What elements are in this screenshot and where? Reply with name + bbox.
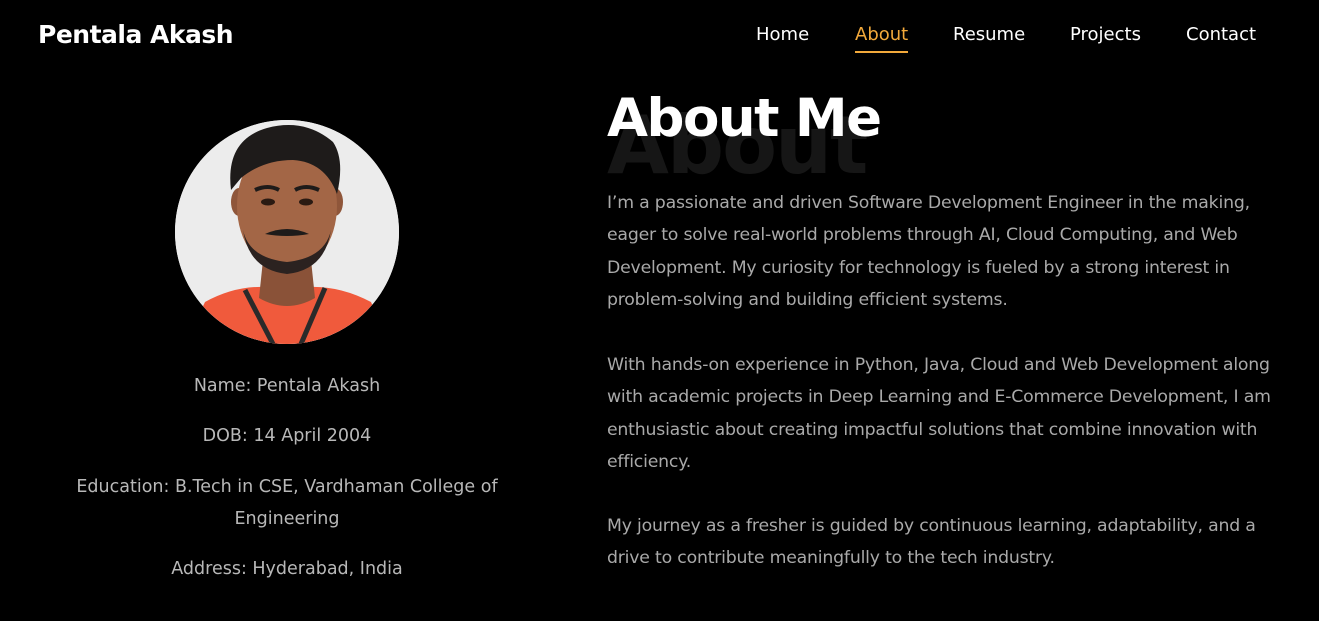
about-title: About Me xyxy=(607,88,882,149)
nav-about[interactable]: About xyxy=(855,24,909,53)
profile-education: Education: B.Tech in CSE, Vardhaman Coll… xyxy=(76,477,498,529)
nav-resume[interactable]: Resume xyxy=(953,24,1025,51)
profile-name: Name: Pentala Akash xyxy=(193,376,381,396)
main-nav: Home About Resume Projects Contact xyxy=(0,24,1319,58)
about-paragraph-2: With hands-on experience in Python, Java… xyxy=(607,355,1271,472)
profile-dob: DOB: 14 April 2004 xyxy=(202,426,372,446)
nav-contact[interactable]: Contact xyxy=(1186,24,1256,51)
portrait-image xyxy=(175,120,399,344)
about-paragraph-1: I’m a passionate and driven Software Dev… xyxy=(607,193,1250,310)
page: Pentala Akash Home About Resume Projects… xyxy=(0,0,1319,621)
nav-projects[interactable]: Projects xyxy=(1070,24,1141,51)
profile-photo xyxy=(175,120,399,344)
about-paragraph-3: My journey as a fresher is guided by con… xyxy=(607,516,1256,569)
profile-address: Address: Hyderabad, India xyxy=(171,559,403,579)
nav-home[interactable]: Home xyxy=(756,24,809,51)
